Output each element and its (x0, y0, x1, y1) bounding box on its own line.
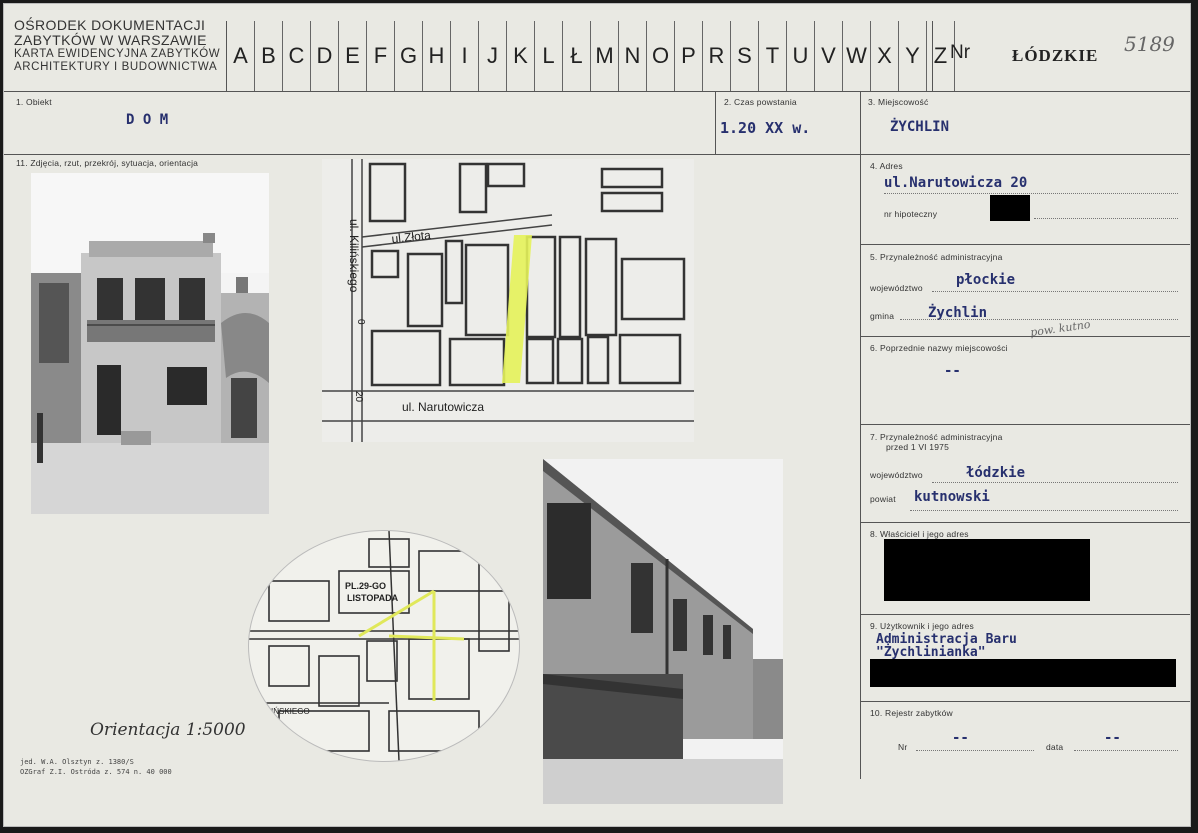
letter-index-cell: M (591, 21, 619, 91)
footer-line-2: OZGraf Z.I. Ostróda z. 574 n. 40 000 (20, 768, 172, 776)
letter-index-cell: G (395, 21, 423, 91)
letter-index-cell: E (339, 21, 367, 91)
field-przed1975-label-2: przed 1 VI 1975 (886, 442, 950, 452)
field-hipoteczny-label: nr hipoteczny (884, 209, 938, 219)
field-adres-value: ul.Narutowicza 20 (884, 175, 1028, 191)
field-rejestr-nr-value: -- (952, 730, 969, 746)
letter-index-cell: C (283, 21, 311, 91)
letter-index-cell: N (619, 21, 647, 91)
map1-street-kilinskiego: ul. Kilińskiego (347, 219, 361, 293)
field-obiekt-value: D O M (126, 112, 169, 128)
field-przed1975-woj-label: województwo (870, 470, 923, 480)
field-czas-label: 2. Czas powstania (724, 97, 797, 107)
redaction-hipoteczny (990, 195, 1030, 221)
institution-line-1: OŚRODEK DOKUMENTACJI (14, 17, 206, 33)
letter-index-cell: P (675, 21, 703, 91)
field-wojewodztwo-label: województwo (870, 283, 923, 293)
institution-line-3: KARTA EWIDENCYJNA ZABYTKÓW (14, 48, 221, 60)
field-rejestr-label: 10. Rejestr zabytków (870, 708, 953, 718)
field-rejestr-nr-label: Nr (898, 742, 908, 752)
map2-square-line1: PL.29-GO (345, 581, 386, 591)
institution-header: OŚRODEK DOKUMENTACJI ZABYTKÓW W WARSZAWI… (14, 18, 224, 73)
field-rejestr-data-label: data (1046, 742, 1064, 752)
field-wlasciciel-label: 8. Właściciel i jego adres (870, 529, 969, 539)
field-przed1975-woj-value: łódzkie (966, 465, 1026, 481)
institution-line-4: ARCHITEKTURY I BUDOWNICTWA (14, 60, 218, 73)
site-plan-map: ul.Złota ul. Kilińskiego ul. Narutowicza… (322, 159, 694, 442)
letter-index-cell: R (703, 21, 731, 91)
letter-index-cell: L (535, 21, 563, 91)
institution-line-2: ZABYTKÓW W WARSZAWIE (14, 32, 207, 48)
photo-courtyard (543, 459, 783, 804)
field-miejscowosc-label: 3. Miejscowość (868, 97, 929, 107)
map1-street-zlota: ul.Złota (391, 228, 432, 246)
letter-index-cell: F (367, 21, 395, 91)
map1-number-b: 20 (353, 391, 364, 403)
map2-street-kilinskiego: KILIŃSKIEGO (259, 707, 310, 716)
letter-index-cell: W (843, 21, 871, 91)
field-poprzednie-label: 6. Poprzednie nazwy miejscowości (870, 343, 1008, 353)
nr-label: Nr (950, 42, 971, 63)
letter-index-cell: O (647, 21, 675, 91)
field-uzytkownik-label: 9. Użytkownik i jego adres (870, 621, 974, 631)
field-wojewodztwo-value: płockie (956, 272, 1016, 288)
letter-index-cell: K (507, 21, 535, 91)
orientation-map: PL.29-GO LISTOPADA KILIŃSKIEGO (248, 530, 520, 762)
map1-street-narutowicza: ul. Narutowicza (402, 400, 484, 414)
letter-index-cell: V (815, 21, 843, 91)
letter-index-cell: J (479, 21, 507, 91)
field-gmina-label: gmina (870, 311, 895, 321)
field-przed1975-label-1: 7. Przynależność administracyjna (870, 432, 1003, 442)
field-uzytkownik-value-2: "Żychlinianka" (876, 645, 986, 660)
field-zdjecia-label: 11. Zdjęcia, rzut, przekrój, sytuacja, o… (16, 158, 199, 168)
letter-index-cell: I (451, 21, 479, 91)
redaction-owner (884, 539, 1090, 601)
record-card: OŚRODEK DOKUMENTACJI ZABYTKÓW W WARSZAWI… (3, 3, 1191, 827)
letter-index-cell: B (255, 21, 283, 91)
letter-index-cell: Ł (563, 21, 591, 91)
field-powiat-value: kutnowski (914, 489, 990, 505)
letter-index: ABCDEFGHIJKLŁMNOPRSTUVWXYZ (226, 21, 955, 91)
field-obiekt-label: 1. Obiekt (16, 97, 52, 107)
field-przynaleznosc-label: 5. Przynależność administracyjna (870, 252, 1003, 262)
redaction-user-address (870, 659, 1176, 687)
field-powiat-label: powiat (870, 494, 896, 504)
field-adres-label: 4. Adres (870, 161, 903, 171)
field-poprzednie-value: -- (944, 363, 961, 379)
map2-square-line2: LISTOPADA (347, 593, 399, 603)
letter-index-cell: S (731, 21, 759, 91)
letter-index-cell: U (787, 21, 815, 91)
map1-number-a: 0 (355, 319, 366, 325)
letter-index-cell: Y (899, 21, 927, 91)
photo-front-facade (31, 173, 269, 514)
footer-line-1: jed. W.A. Olsztyn z. 1380/S (20, 758, 134, 766)
region-label: ŁÓDZKIE (1012, 46, 1099, 65)
letter-index-cell: T (759, 21, 787, 91)
field-rejestr-data-value: -- (1104, 730, 1121, 746)
letter-index-cell: D (311, 21, 339, 91)
letter-index-cell: X (871, 21, 899, 91)
handwritten-number: 5189 (1124, 32, 1175, 56)
letter-index-cell: A (227, 21, 255, 91)
letter-index-cell: H (423, 21, 451, 91)
orientation-scale: Orientacja 1:5000 (90, 720, 246, 740)
field-miejscowosc-value: ŻYCHLIN (890, 119, 950, 135)
field-czas-value: 1.20 XX w. (720, 119, 811, 137)
